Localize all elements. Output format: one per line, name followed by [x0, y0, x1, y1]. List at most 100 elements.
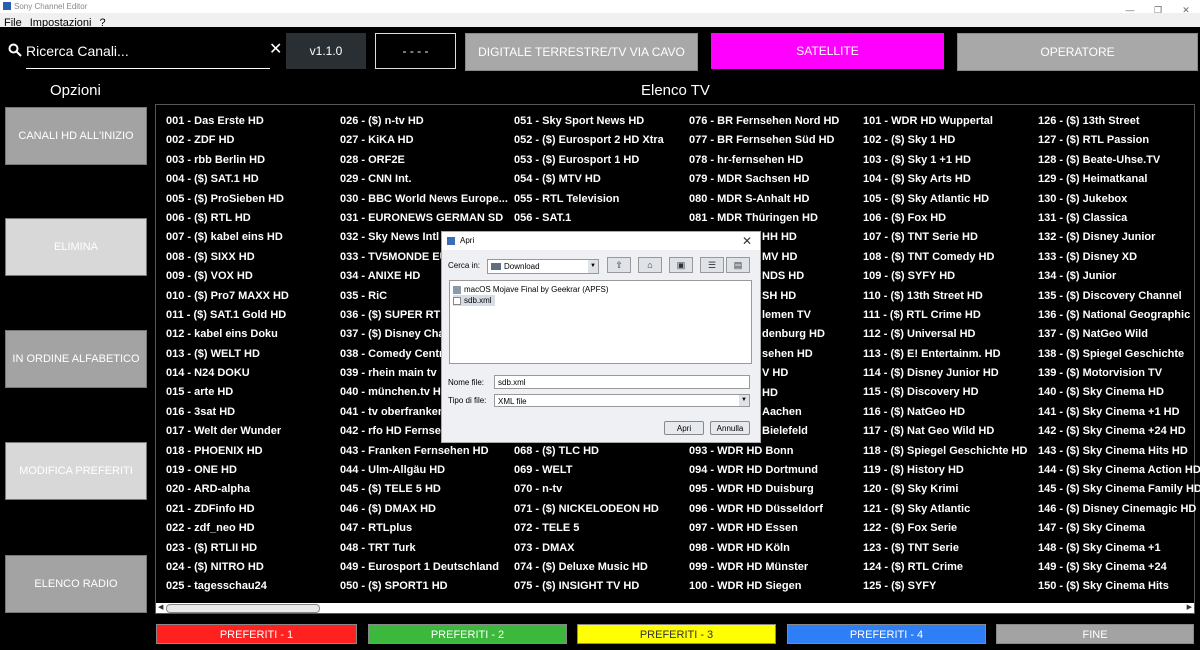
edit-favorites-button[interactable]: MODIFICA PREFERITI	[5, 442, 147, 500]
channel-item[interactable]: 141 - ($) Sky Cinema +1 HD	[1038, 403, 1200, 422]
channel-item[interactable]: 071 - ($) NICKELODEON HD	[514, 500, 664, 519]
channel-item[interactable]: 116 - ($) NatGeo HD	[863, 403, 1027, 422]
channel-item[interactable]: 031 - EURONEWS GERMAN SD	[340, 209, 508, 228]
channel-item[interactable]: 054 - ($) MTV HD	[514, 170, 664, 189]
channel-item[interactable]: 125 - ($) SYFY	[863, 577, 1027, 596]
channel-item[interactable]: 133 - ($) Disney XD	[1038, 248, 1200, 267]
channel-item[interactable]: 108 - ($) TNT Comedy HD	[863, 248, 1027, 267]
channel-item[interactable]: 052 - ($) Eurosport 2 HD Xtra	[514, 131, 664, 150]
channel-item[interactable]: 016 - 3sat HD	[166, 403, 289, 422]
channel-item[interactable]: 122 - ($) Fox Serie	[863, 519, 1027, 538]
channel-item[interactable]: 012 - kabel eins Doku	[166, 325, 289, 344]
channel-item[interactable]: 069 - WELT	[514, 461, 664, 480]
open-button[interactable]: Apri	[664, 421, 704, 435]
channel-item[interactable]: 043 - Franken Fernsehen HD	[340, 442, 508, 461]
scroll-thumb[interactable]	[166, 604, 320, 613]
up-folder-button[interactable]: ⇧	[607, 257, 631, 273]
channel-item[interactable]: 128 - ($) Beate-Uhse.TV	[1038, 151, 1200, 170]
channel-item[interactable]: 107 - ($) TNT Serie HD	[863, 228, 1027, 247]
details-view-button[interactable]: ▤	[726, 257, 750, 273]
menu-impostazioni[interactable]: Impostazioni	[30, 16, 92, 30]
channel-item[interactable]: 010 - ($) Pro7 MAXX HD	[166, 287, 289, 306]
channel-item[interactable]: 120 - ($) Sky Krimi	[863, 480, 1027, 499]
alphabetical-order-button[interactable]: IN ORDINE ALFABETICO	[5, 330, 147, 388]
channel-item[interactable]: 030 - BBC World News Europe...	[340, 190, 508, 209]
channel-item[interactable]: 142 - ($) Sky Cinema +24 HD	[1038, 422, 1200, 441]
channel-item[interactable]: 028 - ORF2E	[340, 151, 508, 170]
channel-item[interactable]: 123 - ($) TNT Serie	[863, 539, 1027, 558]
favorites-1-button[interactable]: PREFERITI - 1	[156, 624, 357, 644]
channel-item[interactable]: 048 - TRT Turk	[340, 539, 508, 558]
channel-item[interactable]: 145 - ($) Sky Cinema Family HD	[1038, 480, 1200, 499]
channel-item[interactable]: 049 - Eurosport 1 Deutschland	[340, 558, 508, 577]
channel-item[interactable]: 146 - ($) Disney Cinemagic HD	[1038, 500, 1200, 519]
channel-item[interactable]: 102 - ($) Sky 1 HD	[863, 131, 1027, 150]
channel-item[interactable]: 148 - ($) Sky Cinema +1	[1038, 539, 1200, 558]
channel-item[interactable]: 112 - ($) Universal HD	[863, 325, 1027, 344]
channel-item[interactable]: 150 - ($) Sky Cinema Hits	[1038, 577, 1200, 596]
channel-item[interactable]: 068 - ($) TLC HD	[514, 442, 664, 461]
hd-first-button[interactable]: CANALI HD ALL'INIZIO	[5, 107, 147, 165]
channel-item[interactable]: 011 - ($) SAT.1 Gold HD	[166, 306, 289, 325]
channel-item[interactable]: 130 - ($) Jukebox	[1038, 190, 1200, 209]
file-item-selected[interactable]: sdb.xml	[453, 295, 495, 306]
channel-item[interactable]: 111 - ($) RTL Crime HD	[863, 306, 1027, 325]
channel-item[interactable]: 075 - ($) INSIGHT TV HD	[514, 577, 664, 596]
search-input[interactable]	[26, 34, 270, 69]
channel-item[interactable]: 105 - ($) Sky Atlantic HD	[863, 190, 1027, 209]
channel-item[interactable]: 147 - ($) Sky Cinema	[1038, 519, 1200, 538]
home-button[interactable]: ⌂	[638, 257, 662, 273]
clear-search-icon[interactable]: ✕	[269, 40, 282, 60]
channel-item[interactable]: 100 - WDR HD Siegen	[689, 577, 839, 596]
channel-item[interactable]: 079 - MDR Sachsen HD	[689, 170, 839, 189]
channel-item[interactable]: 124 - ($) RTL Crime	[863, 558, 1027, 577]
channel-item[interactable]: 004 - ($) SAT.1 HD	[166, 170, 289, 189]
channel-item-partial[interactable]: SH HD	[762, 287, 796, 306]
channel-item[interactable]: 018 - PHOENIX HD	[166, 442, 289, 461]
cancel-button[interactable]: Annulla	[710, 421, 750, 435]
channel-item[interactable]: 013 - ($) WELT HD	[166, 345, 289, 364]
filename-field[interactable]: sdb.xml	[494, 375, 750, 389]
channel-item[interactable]: 140 - ($) Sky Cinema HD	[1038, 383, 1200, 402]
menu-file[interactable]: File	[4, 16, 22, 30]
channel-item[interactable]: 074 - ($) Deluxe Music HD	[514, 558, 664, 577]
channel-item[interactable]: 055 - RTL Television	[514, 190, 664, 209]
new-folder-button[interactable]: ▣	[669, 257, 693, 273]
channel-item-partial[interactable]: NDS HD	[762, 267, 804, 286]
channel-item[interactable]: 050 - ($) SPORT1 HD	[340, 577, 508, 596]
channel-item[interactable]: 144 - ($) Sky Cinema Action HD	[1038, 461, 1200, 480]
channel-item-partial[interactable]: MV HD	[762, 248, 797, 267]
channel-item[interactable]: 072 - TELE 5	[514, 519, 664, 538]
channel-item[interactable]: 026 - ($) n-tv HD	[340, 112, 508, 131]
favorites-2-button[interactable]: PREFERITI - 2	[368, 624, 567, 644]
scroll-left-icon[interactable]: ◀	[158, 603, 163, 613]
channel-item[interactable]: 115 - ($) Discovery HD	[863, 383, 1027, 402]
channel-item[interactable]: 029 - CNN Int.	[340, 170, 508, 189]
channel-item[interactable]: 098 - WDR HD Köln	[689, 539, 839, 558]
channel-item[interactable]: 027 - KiKA HD	[340, 131, 508, 150]
channel-item[interactable]: 132 - ($) Disney Junior	[1038, 228, 1200, 247]
channel-item[interactable]: 001 - Das Erste HD	[166, 112, 289, 131]
channel-item[interactable]: 149 - ($) Sky Cinema +24	[1038, 558, 1200, 577]
channel-item[interactable]: 002 - ZDF HD	[166, 131, 289, 150]
channel-item[interactable]: 053 - ($) Eurosport 1 HD	[514, 151, 664, 170]
channel-item[interactable]: 073 - DMAX	[514, 539, 664, 558]
channel-item[interactable]: 070 - n-tv	[514, 480, 664, 499]
channel-item[interactable]: 101 - WDR HD Wuppertal	[863, 112, 1027, 131]
channel-item[interactable]: 077 - BR Fernsehen Süd HD	[689, 131, 839, 150]
filetype-select[interactable]: XML file ▼	[494, 394, 750, 407]
tab-operatore[interactable]: OPERATORE	[957, 33, 1198, 71]
channel-item[interactable]: 047 - RTLplus	[340, 519, 508, 538]
channel-item-partial[interactable]: HD	[762, 384, 778, 403]
channel-item-partial[interactable]: Aachen	[762, 403, 802, 422]
channel-item[interactable]: 008 - ($) SIXX HD	[166, 248, 289, 267]
channel-item[interactable]: 137 - ($) NatGeo Wild	[1038, 325, 1200, 344]
channel-item[interactable]: 078 - hr-fernsehen HD	[689, 151, 839, 170]
channel-item[interactable]: 093 - WDR HD Bonn	[689, 442, 839, 461]
channel-item[interactable]: 015 - arte HD	[166, 383, 289, 402]
channel-item[interactable]: 046 - ($) DMAX HD	[340, 500, 508, 519]
channel-item[interactable]: 020 - ARD-alpha	[166, 480, 289, 499]
channel-item[interactable]: 056 - SAT.1	[514, 209, 664, 228]
channel-item[interactable]: 127 - ($) RTL Passion	[1038, 131, 1200, 150]
channel-item[interactable]: 126 - ($) 13th Street	[1038, 112, 1200, 131]
